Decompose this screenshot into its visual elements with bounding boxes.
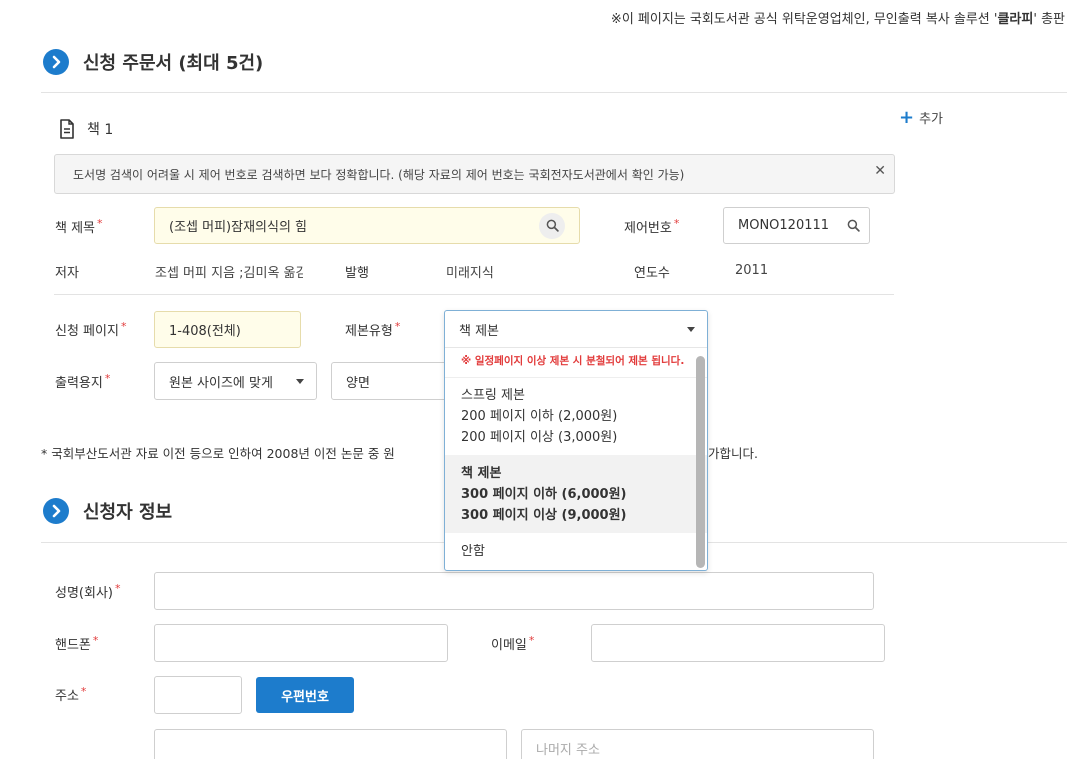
- publisher-value: 미래지식: [446, 266, 494, 281]
- info-box: 도서명 검색이 어려울 시 제어 번호로 검색하면 보다 정확합니다. (해당 …: [54, 154, 895, 194]
- book-header: 책 1: [59, 119, 113, 139]
- publisher-label: 발행: [345, 266, 369, 281]
- plus-icon: +: [899, 106, 915, 128]
- address-label: 주소 *: [55, 685, 87, 704]
- order-divider: [41, 92, 1067, 93]
- binding-warning: ※ 일정페이지 이상 제본 시 분철되어 제본 됩니다.: [445, 348, 707, 378]
- email-label: 이메일 *: [491, 634, 535, 653]
- applicant-section-title: 신청자 정보: [83, 502, 173, 523]
- chevron-right-icon: [43, 498, 69, 524]
- close-icon[interactable]: ✕: [874, 163, 886, 179]
- order-section-title: 신청 주문서 (최대 5건): [83, 53, 264, 74]
- caret-down-icon: [296, 378, 304, 384]
- address-rest-placeholder: 나머지 주소: [536, 742, 600, 758]
- year-value: 2011: [735, 263, 769, 278]
- document-icon: [60, 119, 74, 139]
- book-title-input[interactable]: (조셉 머피)잠재의식의 힘: [154, 207, 580, 244]
- control-number-label: 제어번호 *: [624, 217, 680, 236]
- pages-value: 1-408(전체): [169, 324, 241, 339]
- paper-value: 원본 사이즈에 맞게: [169, 375, 273, 391]
- paper-select[interactable]: 원본 사이즈에 맞게: [154, 362, 317, 400]
- phone-label: 핸드폰 *: [55, 634, 99, 653]
- address-rest-input[interactable]: 나머지 주소: [521, 729, 874, 759]
- add-label: 추가: [919, 112, 944, 127]
- brand-name: 클라피: [997, 12, 1034, 27]
- pages-input[interactable]: 1-408(전체): [154, 311, 301, 348]
- zip-input[interactable]: [154, 676, 242, 714]
- dropdown-scrollbar[interactable]: [696, 356, 705, 568]
- chevron-right-icon: [43, 49, 69, 75]
- book-title-value: (조셉 머피)잠재의식의 힘: [169, 220, 308, 235]
- address-input[interactable]: [154, 729, 507, 759]
- binding-selected-value: 책 제본: [459, 323, 500, 339]
- search-icon[interactable]: [539, 212, 565, 239]
- add-book-button[interactable]: + 추가: [899, 108, 943, 127]
- book-title-label: 책 제목 *: [55, 217, 103, 236]
- author-label: 저자: [55, 266, 79, 281]
- book-label: 책 1: [87, 122, 114, 138]
- paper-label: 출력용지 *: [55, 372, 111, 391]
- year-label: 연도수: [634, 266, 670, 281]
- info-text: 도서명 검색이 어려울 시 제어 번호로 검색하면 보다 정확합니다. (해당 …: [73, 167, 685, 182]
- footnote-left: * 국회부산도서관 자료 이전 등으로 인하여 2008년 이전 논문 중 원: [41, 446, 395, 461]
- caret-down-icon: [687, 326, 695, 332]
- name-input[interactable]: [154, 572, 874, 610]
- applicant-section-header: 신청자 정보: [43, 498, 172, 524]
- binding-dropdown[interactable]: 책 제본 ※ 일정페이지 이상 제본 시 분철되어 제본 됩니다. 스프링 제본…: [444, 310, 708, 571]
- order-section-header: 신청 주문서 (최대 5건): [43, 49, 263, 75]
- binding-option-none[interactable]: 안함: [445, 533, 707, 569]
- binding-select[interactable]: 책 제본: [445, 311, 707, 348]
- control-number-value: MONO120111: [738, 218, 830, 233]
- footnote-right: 가합니다.: [708, 446, 758, 461]
- author-value: 조셉 머피 지음 ;김미옥 옮김: [155, 266, 303, 281]
- binding-option-spring[interactable]: 스프링 제본 200 페이지 이하 (2,000원) 200 페이지 이상 (3…: [445, 378, 707, 455]
- control-number-input[interactable]: MONO120111: [723, 207, 870, 244]
- phone-input[interactable]: [154, 624, 448, 662]
- search-icon[interactable]: [843, 213, 863, 239]
- binding-label: 제본유형 *: [345, 320, 401, 339]
- name-label: 성명(회사) *: [55, 582, 121, 601]
- binding-option-book[interactable]: 책 제본 300 페이지 이하 (6,000원) 300 페이지 이상 (9,0…: [445, 455, 707, 533]
- pages-label: 신청 페이지 *: [55, 320, 127, 339]
- top-notice: ※이 페이지는 국회도서관 공식 위탁운영업체인, 무인출력 복사 솔루션 '클…: [610, 12, 1065, 27]
- duplex-value: 양면: [346, 375, 370, 391]
- zip-search-button[interactable]: 우편번호: [256, 677, 354, 713]
- email-input[interactable]: [591, 624, 885, 662]
- duplex-select[interactable]: 양면: [331, 362, 456, 400]
- book-divider: [54, 294, 894, 295]
